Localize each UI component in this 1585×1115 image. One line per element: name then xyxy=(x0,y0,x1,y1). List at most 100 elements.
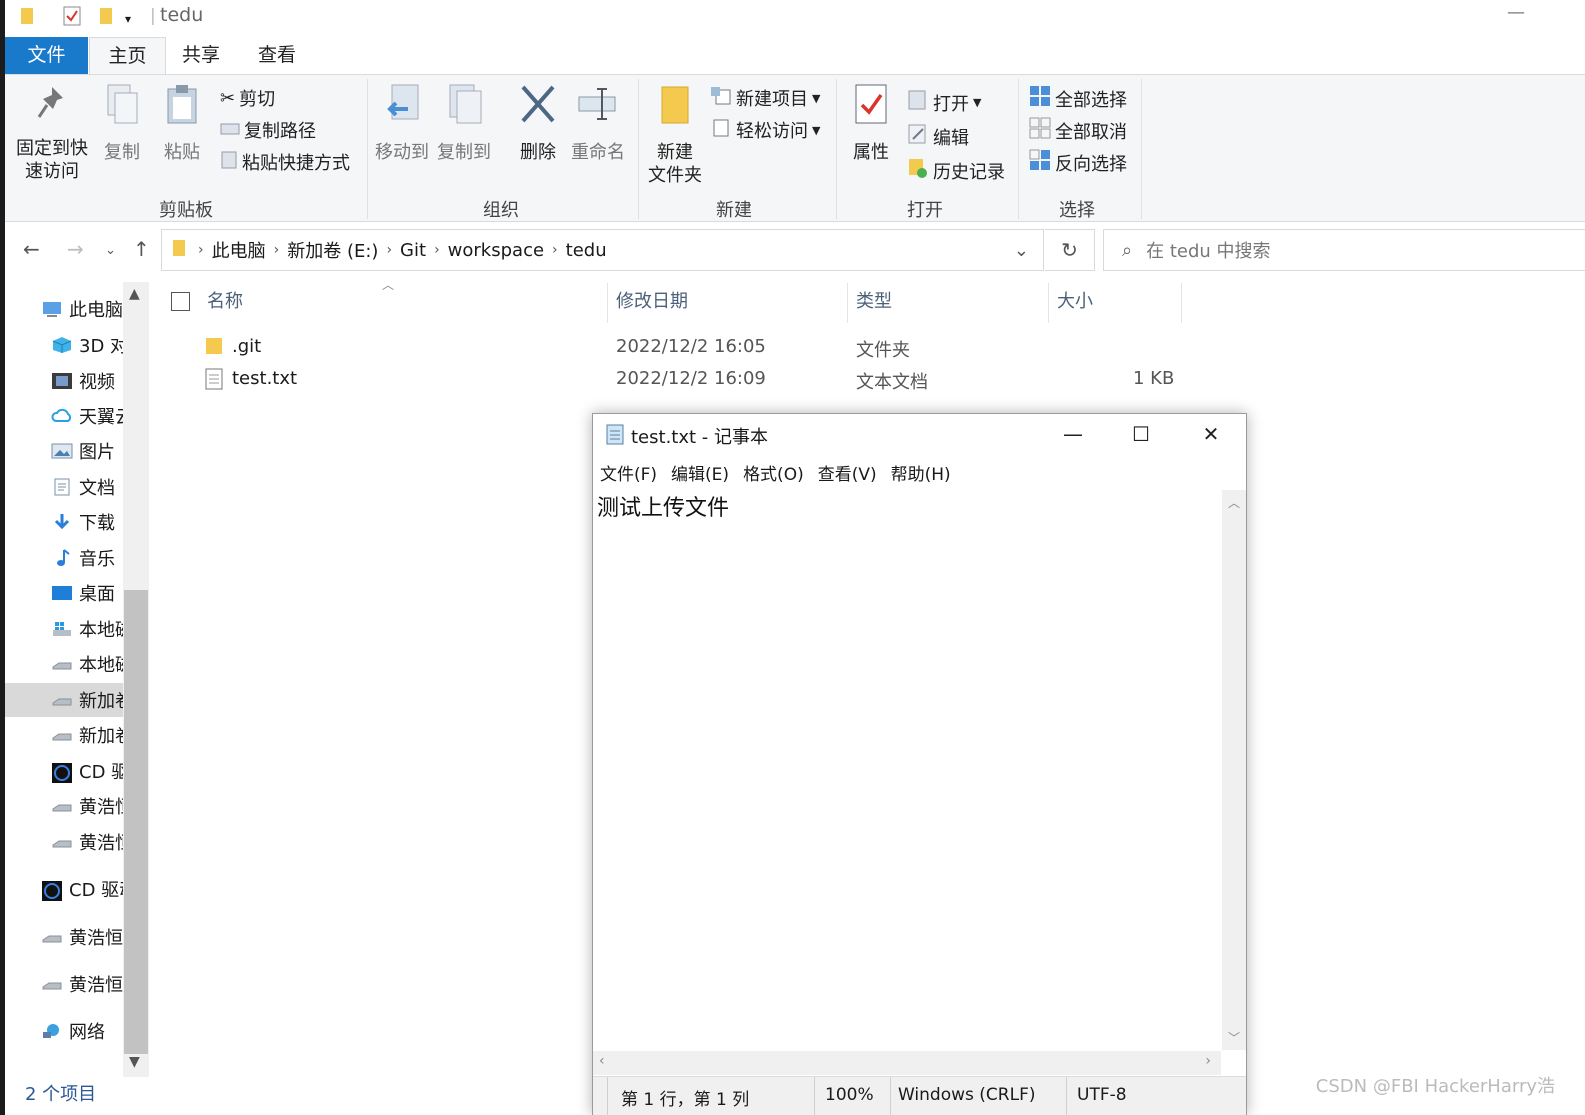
rename-button[interactable]: 重命名 xyxy=(567,83,629,164)
window-title: tedu xyxy=(160,4,204,26)
select-all-checkbox[interactable] xyxy=(171,292,190,311)
search-box[interactable]: ⌕ 在 tedu 中搜索 xyxy=(1103,229,1585,271)
copy-button[interactable]: 复制 xyxy=(97,83,147,164)
history-button[interactable]: 历史记录 xyxy=(907,157,1005,184)
new-folder-button[interactable]: 新建 文件夹 xyxy=(645,83,705,187)
copy-path-button[interactable]: 复制路径 xyxy=(220,117,316,143)
up-arrow-icon[interactable]: ↑ xyxy=(133,237,150,261)
delete-button[interactable]: 删除 xyxy=(513,83,563,164)
select-all-label: 全部选择 xyxy=(1055,89,1127,111)
breadcrumb-item[interactable]: 此电脑 xyxy=(212,237,266,263)
pin-quick-access-button[interactable]: 固定到快 速访问 xyxy=(13,83,91,183)
menu-view[interactable]: 查看(V) xyxy=(818,460,877,488)
address-dropdown-icon[interactable]: ⌄ xyxy=(1014,240,1029,261)
sidebar-item[interactable]: 视频 xyxy=(5,364,123,398)
new-folder-quick-icon[interactable] xyxy=(98,6,114,31)
sidebar-item[interactable]: 新加卷 xyxy=(5,683,123,717)
column-header-size[interactable]: 大小 xyxy=(1057,283,1093,321)
back-arrow-icon[interactable]: ← xyxy=(23,237,40,261)
tab-view[interactable]: 查看 xyxy=(244,37,310,74)
paste-button[interactable]: 粘贴 xyxy=(157,83,207,164)
sidebar-item[interactable]: 文档 xyxy=(5,470,123,504)
tab-file[interactable]: 文件 xyxy=(5,37,88,74)
scroll-down-icon[interactable]: ﹀ xyxy=(1228,1029,1240,1046)
sidebar-item[interactable]: 天翼云盘 xyxy=(5,399,123,433)
recent-locations-chevron-icon[interactable]: ⌄ xyxy=(105,243,116,258)
notepad-horizontal-scrollbar[interactable]: ‹ › xyxy=(593,1051,1221,1075)
column-header-name[interactable]: 名称 xyxy=(207,283,243,321)
scrollbar-thumb[interactable] xyxy=(124,590,148,1054)
sidebar-item[interactable]: 本地磁盘 xyxy=(5,647,123,681)
column-header-modified[interactable]: 修改日期 xyxy=(616,283,688,321)
select-none-button[interactable]: 全部取消 xyxy=(1029,117,1127,144)
properties-button[interactable]: 属性 xyxy=(845,83,897,164)
column-header-type[interactable]: 类型 xyxy=(856,283,892,321)
copy-to-button[interactable]: 复制到 xyxy=(435,83,493,164)
scroll-up-icon[interactable]: ︿ xyxy=(1228,494,1240,511)
watermark: CSDN @FBI HackerHarry浩 xyxy=(1315,1076,1555,1097)
nav-scrollbar[interactable]: ▲ ▼ xyxy=(123,282,149,1077)
file-row[interactable]: test.txt 2022/12/2 16:09 文本文档 1 KB xyxy=(205,365,1185,395)
sidebar-item[interactable]: 此电脑 xyxy=(5,292,123,326)
column-separator[interactable] xyxy=(847,283,848,323)
notepad-vertical-scrollbar[interactable]: ︿ ﹀ xyxy=(1222,490,1246,1050)
ribbon-tabs: 文件 主页 共享 查看 xyxy=(5,37,1585,74)
sidebar-item[interactable]: 本地磁盘 xyxy=(5,612,123,646)
customize-quick-access-icon[interactable]: ▾ xyxy=(125,12,131,26)
scroll-down-icon[interactable]: ▼ xyxy=(129,1054,140,1070)
breadcrumb-item[interactable]: 新加卷 (E:) xyxy=(287,237,378,263)
tab-home[interactable]: 主页 xyxy=(89,37,166,74)
column-separator[interactable] xyxy=(1181,283,1182,323)
open-button[interactable]: 打开 ▼ xyxy=(907,89,981,116)
file-row[interactable]: .git 2022/12/2 16:05 文件夹 xyxy=(205,333,1185,363)
notepad-text-area[interactable]: 测试上传文件 xyxy=(597,490,729,522)
group-label-open: 打开 xyxy=(907,200,943,221)
easy-access-button[interactable]: 轻松访问 ▼ xyxy=(710,117,820,143)
menu-edit[interactable]: 编辑(E) xyxy=(671,460,729,488)
paste-shortcut-button[interactable]: 粘贴快捷方式 xyxy=(220,149,350,175)
forward-arrow-icon[interactable]: → xyxy=(67,237,84,261)
sidebar-item[interactable]: 图片 xyxy=(5,434,123,468)
sidebar-item[interactable]: 黄浩恒 xyxy=(5,920,123,954)
column-separator[interactable] xyxy=(607,283,608,323)
sidebar-item[interactable]: 音乐 xyxy=(5,541,123,575)
menu-file[interactable]: 文件(F) xyxy=(600,460,657,488)
column-separator[interactable] xyxy=(1048,283,1049,323)
maximize-icon[interactable]: ☐ xyxy=(1121,422,1161,450)
minimize-icon[interactable]: — xyxy=(1507,2,1525,23)
menu-help[interactable]: 帮助(H) xyxy=(891,460,951,488)
scroll-left-icon[interactable]: ‹ xyxy=(599,1053,605,1069)
sidebar-item[interactable]: 黄浩恒 xyxy=(5,789,123,823)
sidebar-item[interactable]: 新加卷 xyxy=(5,718,123,752)
address-bar[interactable]: › 此电脑 › 新加卷 (E:) › Git › workspace › ted… xyxy=(161,229,1044,271)
tab-share[interactable]: 共享 xyxy=(168,37,234,74)
sidebar-item[interactable]: CD 驱动器 xyxy=(5,754,123,788)
sidebar-item[interactable]: CD 驱动器 xyxy=(5,872,123,906)
refresh-icon[interactable]: ↻ xyxy=(1045,229,1095,271)
menu-format[interactable]: 格式(O) xyxy=(743,460,804,488)
sidebar-item[interactable]: 网络 xyxy=(5,1014,123,1048)
sidebar-item[interactable]: 桌面 xyxy=(5,576,123,610)
minimize-icon[interactable]: — xyxy=(1053,422,1093,450)
sidebar-item-label: 网络 xyxy=(69,1022,105,1043)
breadcrumb-item[interactable]: tedu xyxy=(566,240,607,261)
breadcrumb-item[interactable]: Git xyxy=(400,240,426,261)
properties-check-icon[interactable] xyxy=(63,6,81,31)
line-ending: Windows (CRLF) xyxy=(898,1085,1036,1105)
invert-selection-button[interactable]: 反向选择 xyxy=(1029,149,1127,176)
select-all-button[interactable]: 全部选择 xyxy=(1029,85,1127,112)
sidebar-item[interactable]: 黄浩恒 xyxy=(5,967,123,1001)
scroll-up-icon[interactable]: ▲ xyxy=(129,286,140,302)
new-item-button[interactable]: 新建项目 ▼ xyxy=(710,85,820,111)
drive-icon xyxy=(51,833,73,851)
scroll-right-icon[interactable]: › xyxy=(1205,1053,1211,1069)
sidebar-item[interactable]: 下载 xyxy=(5,505,123,539)
breadcrumb-item[interactable]: workspace xyxy=(448,240,544,261)
new-item-label: 新建项目 xyxy=(736,89,808,110)
move-to-button[interactable]: 移动到 xyxy=(373,83,431,164)
edit-button[interactable]: 编辑 xyxy=(907,123,969,150)
close-icon[interactable]: ✕ xyxy=(1191,422,1231,450)
sidebar-item[interactable]: 3D 对象 xyxy=(5,328,123,362)
sidebar-item[interactable]: 黄浩恒 xyxy=(5,825,123,859)
cut-button[interactable]: ✂ 剪切 xyxy=(220,85,275,111)
